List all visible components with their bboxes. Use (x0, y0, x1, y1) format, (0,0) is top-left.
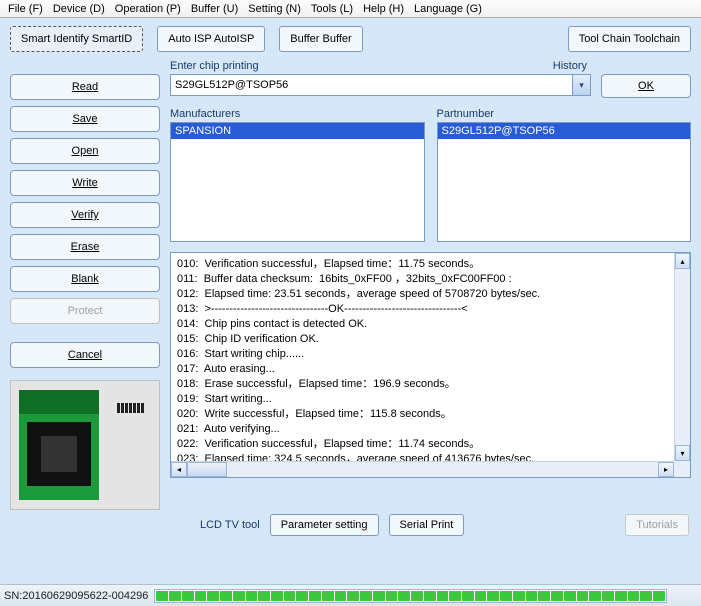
history-label: History (553, 60, 587, 72)
menubar: File (F) Device (D) Operation (P) Buffer… (0, 0, 701, 18)
manufacturers-list[interactable]: SPANSION (170, 122, 425, 242)
sidebar: Read Save Open Write Verify Erase Blank … (10, 60, 160, 510)
log-line: 011: Buffer data checksum: 16bits_0xFF00… (177, 272, 684, 287)
protect-button: Protect (10, 298, 160, 324)
open-button[interactable]: Open (10, 138, 160, 164)
progress-bar (154, 589, 667, 603)
menu-file[interactable]: File (F) (4, 2, 47, 16)
menu-tools[interactable]: Tools (L) (307, 2, 357, 16)
scroll-down-icon[interactable]: ▾ (675, 445, 690, 461)
partnumber-label: Partnumber (437, 108, 692, 120)
read-button[interactable]: Read (10, 74, 160, 100)
log-line: 015: Chip ID verification OK. (177, 332, 684, 347)
scroll-thumb[interactable] (187, 462, 227, 477)
log-line: 022: Verification successful，Elapsed tim… (177, 437, 684, 452)
log-line: 016: Start writing chip...... (177, 347, 684, 362)
scroll-left-icon[interactable]: ◂ (171, 462, 187, 477)
log-line: 019: Start writing... (177, 392, 684, 407)
log-line: 020: Write successful，Elapsed time：115.8… (177, 407, 684, 422)
scroll-up-icon[interactable]: ▴ (675, 253, 690, 269)
cancel-button[interactable]: Cancel (10, 342, 160, 368)
chevron-down-icon[interactable]: ▾ (573, 74, 591, 96)
write-button[interactable]: Write (10, 170, 160, 196)
chip-input[interactable] (170, 74, 573, 96)
smart-identify-button[interactable]: Smart Identify SmartID (10, 26, 143, 52)
menu-operation[interactable]: Operation (P) (111, 2, 185, 16)
lcd-tv-tool-label: LCD TV tool (200, 519, 260, 531)
horizontal-scrollbar[interactable]: ◂ ▸ (171, 461, 674, 477)
log-line: 014: Chip pins contact is detected OK. (177, 317, 684, 332)
verify-button[interactable]: Verify (10, 202, 160, 228)
device-image (10, 380, 160, 510)
vertical-scrollbar[interactable]: ▴ ▾ (674, 253, 690, 461)
scroll-corner (674, 461, 690, 477)
blank-button[interactable]: Blank (10, 266, 160, 292)
ok-button[interactable]: OK (601, 74, 691, 98)
menu-buffer[interactable]: Buffer (U) (187, 2, 242, 16)
serial-number-label: SN:20160629095622-004296 (4, 590, 148, 602)
tutorials-button: Tutorials (625, 514, 689, 536)
serial-print-button[interactable]: Serial Print (389, 514, 465, 536)
list-item[interactable]: S29GL512P@TSOP56 (438, 123, 691, 139)
menu-device[interactable]: Device (D) (49, 2, 109, 16)
partnumber-list[interactable]: S29GL512P@TSOP56 (437, 122, 692, 242)
log-line: 018: Erase successful，Elapsed time：196.9… (177, 377, 684, 392)
log-line: 010: Verification successful，Elapsed tim… (177, 257, 684, 272)
status-bar: SN:20160629095622-004296 (0, 584, 701, 606)
scroll-right-icon[interactable]: ▸ (658, 462, 674, 477)
menu-help[interactable]: Help (H) (359, 2, 408, 16)
log-line: 021: Auto verifying... (177, 422, 684, 437)
menu-setting[interactable]: Setting (N) (244, 2, 305, 16)
log-line: 017: Auto erasing... (177, 362, 684, 377)
log-line: 012: Elapsed time: 23.51 seconds，average… (177, 287, 684, 302)
menu-language[interactable]: Language (G) (410, 2, 486, 16)
auto-isp-button[interactable]: Auto ISP AutoISP (157, 26, 265, 52)
parameter-setting-button[interactable]: Parameter setting (270, 514, 379, 536)
log-line: 013: >--------------------------------OK… (177, 302, 684, 317)
save-button[interactable]: Save (10, 106, 160, 132)
manufacturers-label: Manufacturers (170, 108, 425, 120)
enter-chip-label: Enter chip printing (170, 60, 259, 72)
adapter-board-icon (19, 390, 99, 500)
erase-button[interactable]: Erase (10, 234, 160, 260)
bottom-bar: LCD TV tool Parameter setting Serial Pri… (0, 510, 701, 540)
list-item[interactable]: SPANSION (171, 123, 424, 139)
toolbar: Smart Identify SmartID Auto ISP AutoISP … (0, 18, 701, 60)
log-panel: 010: Verification successful，Elapsed tim… (170, 252, 691, 478)
buffer-button[interactable]: Buffer Buffer (279, 26, 362, 52)
pin-header-icon (117, 403, 145, 413)
tool-chain-button[interactable]: Tool Chain Toolchain (568, 26, 691, 52)
chip-combobox[interactable]: ▾ (170, 74, 591, 96)
